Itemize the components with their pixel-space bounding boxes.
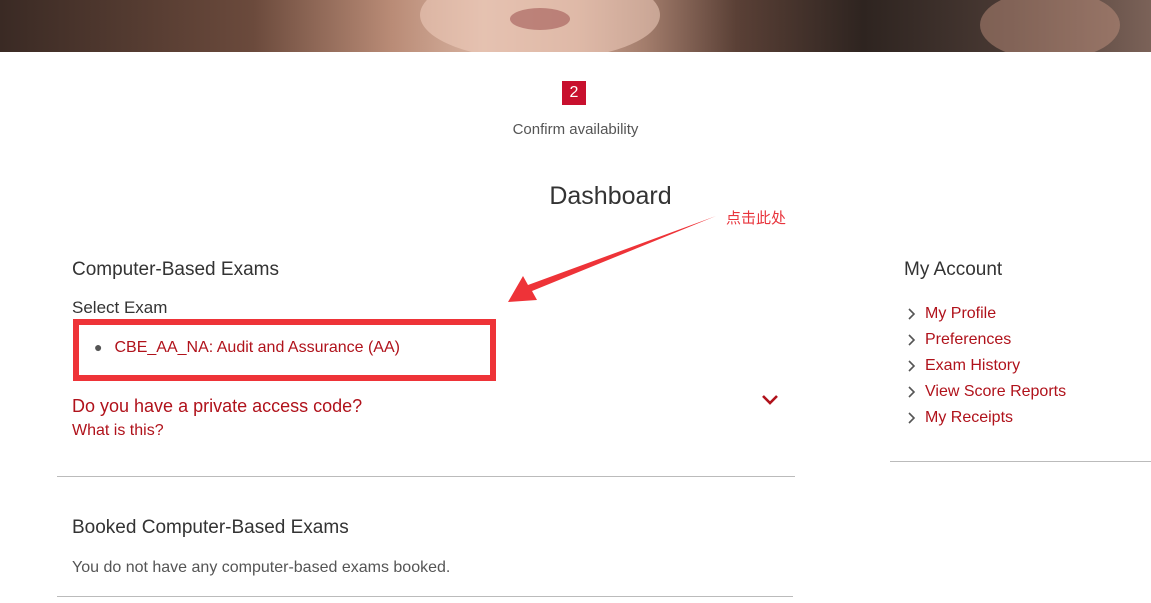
booked-empty-text: You do not have any computer-based exams… bbox=[72, 559, 451, 576]
what-is-this-link[interactable]: What is this? bbox=[72, 422, 164, 440]
preferences-link[interactable]: Preferences bbox=[925, 331, 1011, 349]
annotation-text: 点击此处 bbox=[726, 210, 787, 227]
section-divider bbox=[57, 476, 795, 477]
chevron-right-icon bbox=[908, 360, 916, 372]
chevron-right-icon bbox=[908, 386, 916, 398]
private-access-code-link[interactable]: Do you have a private access code? bbox=[72, 396, 362, 417]
my-receipts-link[interactable]: My Receipts bbox=[925, 409, 1013, 427]
chevron-right-icon bbox=[908, 308, 916, 320]
hero-banner bbox=[0, 0, 1151, 52]
step-label: Confirm availability bbox=[512, 121, 639, 138]
account-divider bbox=[890, 461, 1151, 462]
account-links: My Profile Preferences Exam History View… bbox=[906, 301, 1066, 431]
account-link-item[interactable]: Preferences bbox=[906, 327, 1066, 353]
account-heading: My Account bbox=[904, 259, 1003, 280]
page-title: Dashboard bbox=[549, 182, 672, 210]
bullet-icon: ● bbox=[94, 339, 103, 355]
account-link-item[interactable]: Exam History bbox=[906, 353, 1066, 379]
chevron-down-icon[interactable] bbox=[760, 392, 780, 408]
select-exam-label: Select Exam bbox=[72, 298, 168, 317]
chevron-right-icon bbox=[908, 412, 916, 424]
account-link-item[interactable]: My Receipts bbox=[906, 405, 1066, 431]
exam-history-link[interactable]: Exam History bbox=[925, 357, 1020, 375]
exam-option-label[interactable]: CBE_AA_NA: Audit and Assurance (AA) bbox=[114, 339, 399, 356]
account-link-item[interactable]: View Score Reports bbox=[906, 379, 1066, 405]
view-score-reports-link[interactable]: View Score Reports bbox=[925, 383, 1066, 401]
my-profile-link[interactable]: My Profile bbox=[925, 305, 996, 323]
step-number-badge: 2 bbox=[562, 81, 586, 105]
booked-heading: Booked Computer-Based Exams bbox=[72, 517, 349, 538]
section-divider bbox=[57, 596, 793, 597]
exam-option[interactable]: ● CBE_AA_NA: Audit and Assurance (AA) bbox=[94, 339, 400, 357]
account-link-item[interactable]: My Profile bbox=[906, 301, 1066, 327]
cbe-heading: Computer-Based Exams bbox=[72, 259, 279, 280]
chevron-right-icon bbox=[908, 334, 916, 346]
